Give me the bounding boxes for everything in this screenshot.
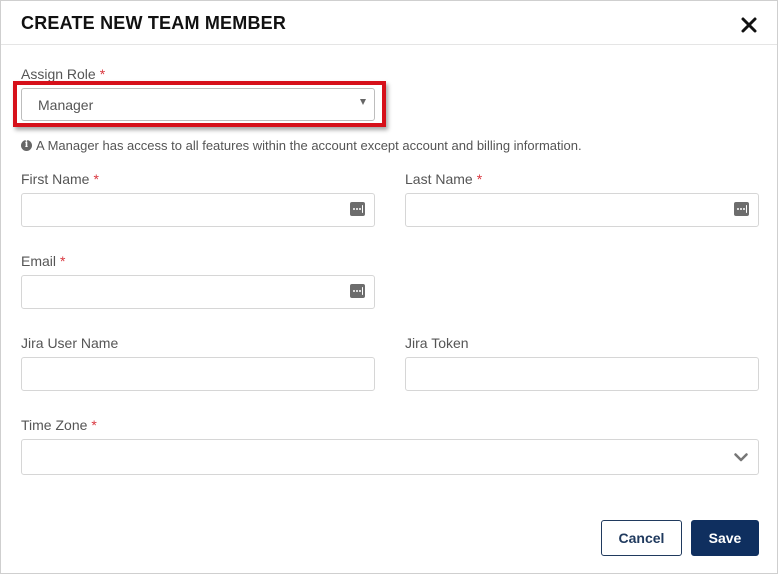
dialog-header: CREATE NEW TEAM MEMBER: [1, 1, 777, 45]
last-name-field-wrapper: [405, 193, 759, 227]
last-name-label: Last Name *: [405, 171, 483, 187]
first-name-field-wrapper: [21, 193, 375, 227]
first-name-label: First Name *: [21, 171, 99, 187]
assign-role-select[interactable]: Manager: [21, 88, 375, 121]
role-select-value: Manager: [38, 97, 94, 113]
role-hint-text: A Manager has access to all features wit…: [36, 138, 582, 153]
assign-role-label: Assign Role *: [21, 66, 106, 82]
dialog-title: CREATE NEW TEAM MEMBER: [21, 13, 287, 33]
time-zone-label: Time Zone *: [21, 417, 97, 433]
password-manager-key-icon[interactable]: [350, 202, 365, 216]
save-button[interactable]: Save: [691, 520, 759, 556]
password-manager-key-icon[interactable]: [350, 284, 365, 298]
last-name-input[interactable]: [406, 194, 758, 226]
close-button[interactable]: [739, 15, 759, 35]
jira-token-field-wrapper: [405, 357, 759, 391]
jira-token-label: Jira Token: [405, 335, 469, 351]
email-field-wrapper: [21, 275, 375, 309]
jira-user-name-field-wrapper: [21, 357, 375, 391]
jira-user-name-input[interactable]: [22, 358, 374, 390]
info-icon: i: [21, 140, 32, 151]
required-marker: *: [91, 417, 97, 433]
first-name-input[interactable]: [22, 194, 374, 226]
email-input[interactable]: [22, 276, 374, 308]
role-hint: i A Manager has access to all features w…: [21, 138, 582, 153]
required-marker: *: [93, 171, 99, 187]
required-marker: *: [476, 171, 483, 187]
password-manager-key-icon[interactable]: [734, 202, 749, 216]
jira-token-input[interactable]: [406, 358, 758, 390]
cancel-button[interactable]: Cancel: [601, 520, 682, 556]
required-marker: *: [60, 253, 66, 269]
chevron-down-icon: [734, 453, 748, 462]
close-icon: [741, 17, 757, 33]
time-zone-select[interactable]: [21, 439, 759, 475]
required-marker: *: [99, 66, 106, 82]
email-label: Email *: [21, 253, 66, 269]
create-team-member-dialog: CREATE NEW TEAM MEMBER Assign Role * Mana…: [0, 0, 778, 574]
caret-down-icon: [360, 99, 366, 105]
jira-user-name-label: Jira User Name: [21, 335, 119, 351]
